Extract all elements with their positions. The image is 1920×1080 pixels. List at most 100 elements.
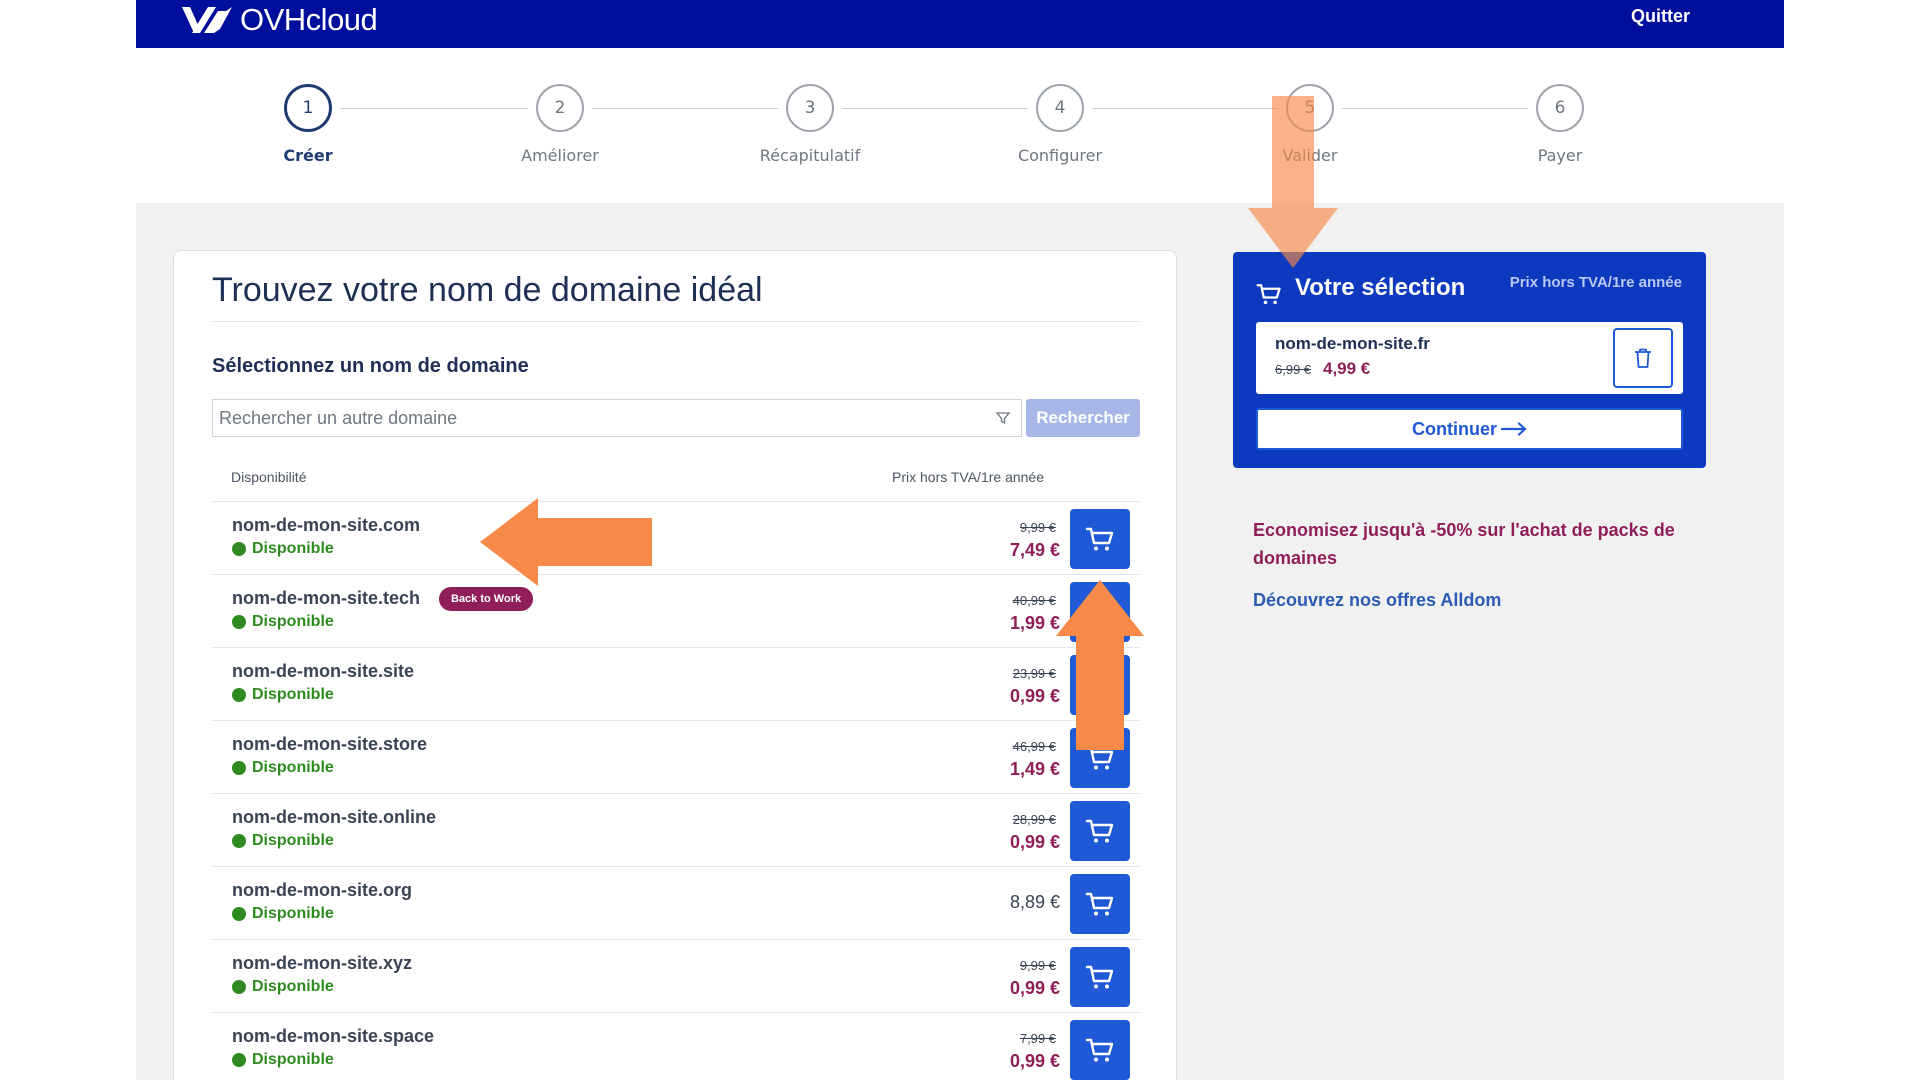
ovh-logo-icon (182, 7, 232, 33)
search-button[interactable]: Rechercher (1026, 399, 1140, 437)
price: 0,99 € (1009, 686, 1060, 706)
trash-icon (1635, 348, 1651, 368)
step-summary[interactable]: 3 Récapitulatif (730, 84, 890, 165)
status-text: Disponible (252, 905, 334, 922)
price: 0,99 € (1009, 832, 1060, 852)
cart-icon (1085, 819, 1114, 843)
top-header: OVHcloud Quitter (136, 0, 1784, 48)
ovhcloud-logo[interactable]: OVHcloud (180, 0, 378, 40)
status-text: Disponible (252, 540, 334, 557)
step-improve[interactable]: 2 Améliorer (480, 84, 640, 165)
page-frame: OVHcloud Quitter 1 Créer 2 Améliorer 3 R… (136, 0, 1784, 1080)
selection-price-note: Prix hors TVA/1re année (1509, 274, 1682, 291)
availability-status: Disponible (232, 613, 334, 631)
column-price: Prix hors TVA/1re année (892, 469, 1045, 485)
domain-name: nom-de-mon-site.xyz (232, 953, 413, 973)
annotation-arrow-left-icon (480, 498, 652, 586)
selected-old-price: 6,99 € (1275, 362, 1312, 377)
domain-row: nom-de-mon-site.xyz Disponible 9,99 € 0,… (212, 940, 1140, 1013)
status-text: Disponible (252, 1051, 334, 1068)
add-to-cart-button[interactable] (1070, 874, 1130, 934)
price: 1,49 € (1009, 759, 1060, 779)
step-create[interactable]: 1 Créer (228, 84, 388, 165)
availability-status: Disponible (232, 1051, 334, 1069)
step-number: 2 (536, 84, 584, 132)
price: 0,99 € (1009, 1051, 1060, 1071)
continue-label: Continuer (1412, 418, 1497, 439)
domain-name: nom-de-mon-site.site (232, 661, 415, 681)
step-number: 3 (786, 84, 834, 132)
remove-domain-button[interactable] (1613, 328, 1673, 388)
domain-row: nom-de-mon-site.site Disponible 23,99 € … (212, 648, 1140, 721)
order-stepper: 1 Créer 2 Améliorer 3 Récapitulatif 4 Co… (136, 48, 1784, 203)
add-to-cart-button[interactable] (1070, 1020, 1130, 1080)
selection-title: Votre sélection (1295, 274, 1466, 301)
price: 0,99 € (1009, 978, 1060, 998)
domain-row: nom-de-mon-site.tech Back to Work Dispon… (212, 575, 1140, 648)
cart-icon (1085, 965, 1114, 989)
domain-name: nom-de-mon-site.store (232, 734, 428, 754)
continue-button[interactable]: Continuer (1256, 408, 1683, 450)
promo-badge: Back to Work (439, 587, 534, 611)
old-price: 46,99 € (1012, 739, 1056, 754)
add-to-cart-button[interactable] (1070, 801, 1130, 861)
price: 8,89 € (1009, 892, 1060, 912)
alldom-offers-link[interactable]: Découvrez nos offres Alldom (1253, 590, 1501, 611)
old-price: 7,99 € (1019, 1031, 1056, 1046)
selection-panel: Votre sélection Prix hors TVA/1re année … (1233, 252, 1706, 468)
status-text: Disponible (252, 613, 334, 630)
old-price: 9,99 € (1019, 520, 1056, 535)
step-configure[interactable]: 4 Configurer (980, 84, 1140, 165)
available-dot-icon (232, 688, 246, 702)
availability-status: Disponible (232, 686, 334, 704)
status-text: Disponible (252, 759, 334, 776)
page-title: Trouvez votre nom de domaine idéal (212, 271, 763, 309)
old-price: 28,99 € (1012, 812, 1056, 827)
domain-row: nom-de-mon-site.com Disponible 9,99 € 7,… (212, 502, 1140, 575)
available-dot-icon (232, 761, 246, 775)
annotation-arrow-down-icon (1248, 96, 1338, 268)
cart-icon (1256, 284, 1281, 305)
domain-row: nom-de-mon-site.space Disponible 7,99 € … (212, 1013, 1140, 1080)
brand-name: OVHcloud (240, 2, 378, 37)
domain-list: nom-de-mon-site.com Disponible 9,99 € 7,… (212, 501, 1140, 1080)
step-pay[interactable]: 6 Payer (1480, 84, 1640, 165)
domain-row: nom-de-mon-site.online Disponible 28,99 … (212, 794, 1140, 867)
availability-status: Disponible (232, 540, 334, 558)
availability-status: Disponible (232, 832, 334, 850)
available-dot-icon (232, 1053, 246, 1067)
domain-row: nom-de-mon-site.store Disponible 46,99 €… (212, 721, 1140, 794)
search-box (212, 399, 1022, 437)
add-to-cart-button[interactable] (1070, 947, 1130, 1007)
step-number: 6 (1536, 84, 1584, 132)
step-label: Créer (283, 146, 333, 165)
price: 7,49 € (1009, 540, 1060, 560)
selected-domain-item: nom-de-mon-site.fr 6,99 € 4,99 € (1256, 322, 1683, 394)
step-label: Récapitulatif (759, 146, 861, 165)
arrow-right-icon (1501, 422, 1527, 436)
search-input[interactable] (213, 400, 983, 436)
selected-domain-name: nom-de-mon-site.fr (1275, 334, 1430, 353)
step-label: Configurer (1017, 146, 1103, 165)
domain-search-card: Trouvez votre nom de domaine idéal Sélec… (173, 250, 1177, 1080)
old-price: 9,99 € (1019, 958, 1056, 973)
domain-name: nom-de-mon-site.tech (232, 588, 421, 608)
available-dot-icon (232, 542, 246, 556)
annotation-arrow-up-icon (1056, 580, 1144, 750)
available-dot-icon (232, 834, 246, 848)
available-dot-icon (232, 980, 246, 994)
filter-icon[interactable] (995, 410, 1011, 426)
step-number: 1 (284, 84, 332, 132)
step-number: 4 (1036, 84, 1084, 132)
column-availability: Disponibilité (231, 469, 307, 485)
availability-status: Disponible (232, 978, 334, 996)
status-text: Disponible (252, 686, 334, 703)
quit-link[interactable]: Quitter (1631, 6, 1690, 27)
domain-name: nom-de-mon-site.com (232, 515, 421, 535)
old-price: 23,99 € (1012, 666, 1056, 681)
domain-row: nom-de-mon-site.org Disponible 8,89 € (212, 867, 1140, 940)
cart-icon (1085, 1038, 1114, 1062)
add-to-cart-button[interactable] (1070, 509, 1130, 569)
available-dot-icon (232, 615, 246, 629)
cart-icon (1085, 527, 1114, 551)
